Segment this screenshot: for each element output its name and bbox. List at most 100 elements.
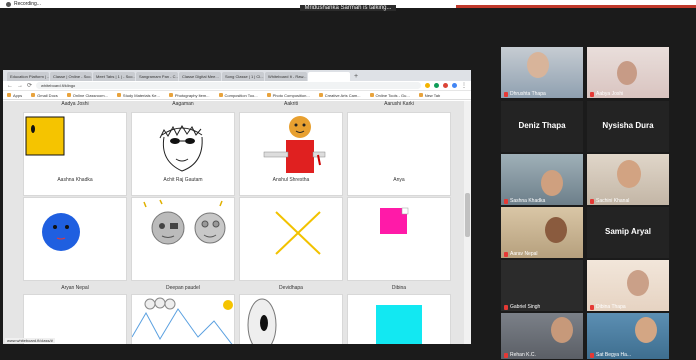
bookmark-icon [369, 93, 374, 97]
drawing [247, 298, 277, 344]
bookmark[interactable]: New Tab [418, 93, 440, 98]
participant-tile[interactable]: Deniz Thapa [501, 101, 583, 152]
participant-label: Rehan K.C. [504, 352, 536, 358]
bookmark-icon [116, 93, 121, 97]
participant-tile[interactable]: Sat Begya Ha... [587, 313, 669, 359]
participant-tile[interactable]: Samip Aryal [587, 207, 669, 258]
bookmark-icon [168, 93, 173, 97]
participant-face [635, 317, 657, 343]
mic-muted-icon [504, 251, 508, 257]
back-icon[interactable]: ← [7, 81, 13, 91]
star-icon[interactable] [425, 83, 430, 88]
reload-icon[interactable]: ⟳ [27, 81, 32, 91]
bookmark[interactable]: Online Tools - Gu... [369, 93, 410, 98]
extensions: ⋮ [425, 81, 467, 91]
participant-label: Aarav Nepal [504, 251, 538, 257]
student-board[interactable] [239, 294, 343, 344]
student-name: Anya [393, 177, 405, 183]
participant-name-center: Samip Aryal [605, 227, 651, 236]
student-board[interactable] [347, 294, 451, 344]
address-bar[interactable]: whiteboard.fi/klingo [36, 82, 421, 89]
drawing [25, 116, 65, 156]
drawing [42, 213, 80, 251]
bookmark[interactable]: Photography ltem... [168, 93, 210, 98]
bookmarks-bar: Apps Gmail Docs Online Classroom... Stud… [3, 91, 471, 100]
new-tab-icon[interactable]: + [351, 72, 361, 81]
student-board[interactable] [23, 112, 127, 196]
participant-label: Sashna Khadka [504, 198, 545, 204]
student-name: Anshul Shrestha [272, 177, 310, 183]
drawing [263, 116, 326, 173]
extension-icon[interactable] [434, 83, 439, 88]
student-board[interactable] [23, 294, 127, 344]
participant-tile[interactable]: Aarav Nepal [501, 207, 583, 258]
student-board[interactable] [131, 197, 235, 281]
participant-tile[interactable]: Sashna Khadka [501, 154, 583, 205]
scrollbar-thumb[interactable] [465, 193, 470, 237]
whiteboard-area: Aadya Joshi Aagaman Aakriti Aarushi Kark… [3, 101, 471, 344]
profile-icon[interactable] [452, 83, 457, 88]
participant-tile[interactable]: Gabriel Singh [501, 260, 583, 311]
bookmark[interactable]: Composition Too... [218, 93, 258, 98]
mic-muted-icon [590, 352, 594, 358]
student-name: Aakriti [284, 101, 298, 107]
student-name: Aadya Joshi [61, 101, 89, 107]
participant-tile[interactable]: Rehan K.C. [501, 313, 583, 359]
mic-muted-icon [504, 198, 508, 204]
student-name: Achit Raj Gautam [163, 177, 203, 183]
student-board[interactable] [239, 197, 343, 281]
bookmark[interactable]: Gmail Docs [31, 93, 58, 98]
browser-tab[interactable]: Sangramam Pan - C... [136, 72, 178, 81]
bookmark-icon [31, 93, 36, 97]
participant-face [527, 52, 549, 78]
participant-label: Gabriel Singh [504, 304, 540, 310]
browser-tab[interactable]: Whiteboard It - Raw... [265, 72, 307, 81]
participant-face [617, 61, 637, 85]
student-board[interactable] [131, 112, 235, 196]
whiteboard-scrollbar[interactable] [464, 101, 471, 344]
participant-label: Aabya Joshi [590, 91, 623, 97]
extension-icon[interactable] [443, 83, 448, 88]
participant-tile[interactable]: Dibina Thapa [587, 260, 669, 311]
student-board[interactable] [23, 197, 127, 281]
drawing [159, 125, 203, 172]
student-name: Aryan Nepal [61, 285, 89, 291]
student-name: Devidhapa [279, 285, 303, 291]
bookmark[interactable]: Photo Composition... [266, 93, 310, 98]
participant-tile[interactable]: Nysisha Dura [587, 101, 669, 152]
student-board[interactable] [131, 294, 235, 344]
bookmark[interactable]: Apps [7, 93, 22, 98]
bookmark[interactable]: Online Classroom... [66, 93, 108, 98]
participant-label: Sachini Khanal [590, 198, 629, 204]
forward-icon[interactable]: → [17, 81, 23, 91]
browser-tab[interactable]: Classe | Online - Sco... [50, 72, 92, 81]
mic-muted-icon [590, 198, 594, 204]
bookmark[interactable]: Study Materials Ke... [116, 93, 160, 98]
student-board[interactable] [347, 112, 451, 196]
menu-icon[interactable]: ⋮ [461, 81, 467, 91]
browser-tab[interactable]: Meet Tabs | 1 | - Sco... [93, 72, 135, 81]
drawing [131, 297, 233, 344]
drawing [275, 211, 321, 255]
participant-name-center: Deniz Thapa [518, 121, 566, 130]
browser-tab[interactable]: Classe Digital Mee... [179, 72, 221, 81]
bookmark-icon [266, 93, 271, 97]
participant-tile[interactable]: Sachini Khanal [587, 154, 669, 205]
address-row: ← → ⟳ whiteboard.fi/klingo ⋮ [3, 81, 471, 91]
whiteboard-grid: Aadya Joshi Aagaman Aakriti Aarushi Kark… [23, 101, 455, 344]
bookmark[interactable]: Creative Arts Cam... [318, 93, 361, 98]
participant-face [545, 217, 567, 243]
mic-muted-icon [504, 352, 508, 358]
browser-tab-strip: Education Platform | ... Classe | Online… [3, 70, 471, 81]
browser-tab[interactable]: Song Classe | 1 | Cl... [222, 72, 264, 81]
browser-tab-active[interactable] [308, 72, 350, 81]
participant-tile[interactable]: Aabya Joshi [587, 47, 669, 98]
bookmark-icon [418, 93, 423, 97]
student-board[interactable] [239, 112, 343, 196]
mic-muted-icon [504, 91, 508, 97]
talking-banner: Mridushanka Sarmah is talking... [0, 5, 696, 11]
student-board[interactable] [347, 197, 451, 281]
participant-tile[interactable]: Dhrushta Thapa [501, 47, 583, 98]
mic-muted-icon [504, 304, 508, 310]
shared-screen: Education Platform | ... Classe | Online… [3, 70, 471, 344]
